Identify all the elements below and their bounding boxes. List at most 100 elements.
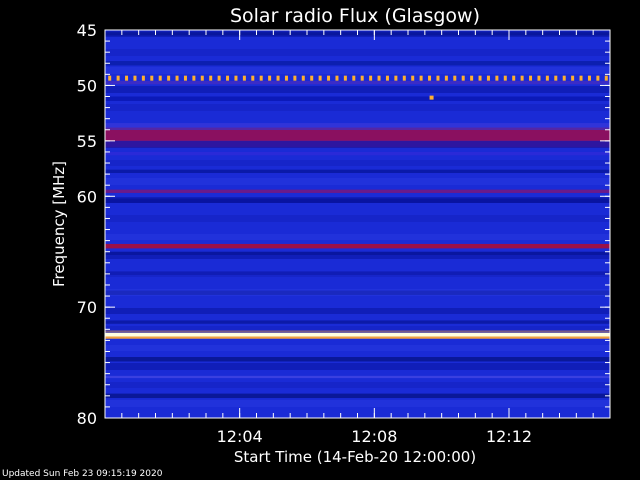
frequency-band: [105, 80, 610, 85]
noise-streak: [105, 313, 610, 314]
frequency-band: [105, 243, 610, 249]
noise-streak: [105, 217, 610, 218]
interference-dot: [352, 75, 356, 81]
interference-dot: [192, 75, 196, 81]
noise-streak: [105, 255, 610, 256]
noise-streak: [105, 364, 610, 365]
noise-streak: [105, 293, 610, 294]
noise-streak: [105, 71, 610, 72]
noise-streak: [105, 275, 610, 276]
noise-streak: [105, 309, 610, 310]
noise-streak: [105, 239, 610, 240]
noise-streak: [105, 165, 610, 166]
noise-streak: [105, 383, 610, 384]
interference-dot: [385, 75, 389, 81]
x-axis-label: Start Time (14-Feb-20 12:00:00): [234, 448, 476, 466]
interference-dot: [234, 75, 238, 81]
interference-dot: [377, 75, 381, 81]
frequency-band: [105, 375, 610, 379]
noise-streak: [105, 182, 610, 183]
noise-streak: [105, 218, 610, 219]
interference-dot: [301, 75, 305, 81]
noise-streak: [105, 406, 610, 407]
noise-streak: [105, 384, 610, 385]
interference-dot: [268, 75, 272, 81]
noise-streak: [105, 68, 610, 69]
noise-streak: [105, 256, 610, 257]
noise-streak: [105, 295, 610, 296]
noise-streak: [105, 402, 610, 403]
plot-area: [104, 29, 611, 419]
interference-dot: [167, 75, 171, 81]
noise-streak: [105, 143, 610, 144]
interference-dot: [242, 75, 246, 81]
interference-dot: [209, 75, 213, 81]
interference-dot: [335, 75, 339, 81]
interference-dot: [158, 75, 162, 81]
noise-streak: [105, 145, 610, 146]
interference-dot: [125, 75, 129, 81]
noise-streak: [105, 51, 610, 52]
noise-streak: [105, 345, 610, 346]
interference-dot: [226, 75, 230, 81]
noise-streak: [105, 90, 610, 91]
interference-dot: [150, 75, 154, 81]
interference-dot: [486, 75, 490, 81]
noise-streak: [105, 365, 610, 366]
frequency-band: [105, 169, 610, 174]
interference-dot: [428, 75, 432, 81]
x-tick-label: 12:04: [217, 427, 263, 446]
noise-streak: [105, 310, 610, 311]
noise-streak: [105, 125, 610, 126]
noise-streak: [105, 88, 610, 89]
noise-streak: [105, 326, 610, 327]
noise-streak: [105, 123, 610, 124]
noise-streak: [105, 110, 610, 111]
noise-streak: [105, 200, 610, 201]
noise-streak: [105, 105, 610, 106]
noise-streak: [105, 386, 610, 387]
noise-streak: [105, 179, 610, 180]
interference-dot: [470, 75, 474, 81]
noise-streak: [105, 332, 610, 333]
noise-streaks: [105, 30, 610, 407]
noise-streak: [105, 201, 610, 202]
noise-streak: [105, 363, 610, 364]
interference-dot: [411, 75, 415, 81]
interference-dot: [327, 75, 331, 81]
noise-streak: [105, 290, 610, 291]
noise-streak: [105, 330, 610, 331]
interference-dot: [520, 75, 524, 81]
noise-streak: [105, 387, 610, 388]
y-tick-label: 70: [77, 298, 97, 317]
noise-streak: [105, 238, 610, 239]
noise-streak: [105, 401, 610, 402]
noise-streak: [105, 219, 610, 220]
interference-dot: [495, 75, 499, 81]
interference-dot: [343, 75, 347, 81]
noise-streak: [105, 382, 610, 383]
frequency-band: [105, 61, 610, 66]
noise-streak: [105, 181, 610, 182]
x-tick-label: 12:12: [486, 427, 532, 446]
interference-dot: [183, 75, 187, 81]
noise-streak: [105, 107, 610, 108]
interference-dot: [478, 75, 482, 81]
noise-streak: [105, 197, 610, 198]
interference-dot: [402, 75, 406, 81]
noise-streak: [105, 160, 610, 161]
noise-streak: [105, 54, 610, 55]
noise-streak: [105, 292, 610, 293]
noise-streak: [105, 73, 610, 74]
frequency-band: [105, 189, 610, 193]
noise-streak: [105, 215, 610, 216]
noise-streak: [105, 50, 610, 51]
y-axis-label: Frequency [MHz]: [50, 161, 68, 287]
interference-dot: [217, 75, 221, 81]
interference-dot: [369, 75, 373, 81]
noise-streak: [105, 106, 610, 107]
noise-streak: [105, 348, 610, 349]
noise-streak: [105, 385, 610, 386]
noise-streak: [105, 178, 610, 179]
noise-streak: [105, 104, 610, 105]
